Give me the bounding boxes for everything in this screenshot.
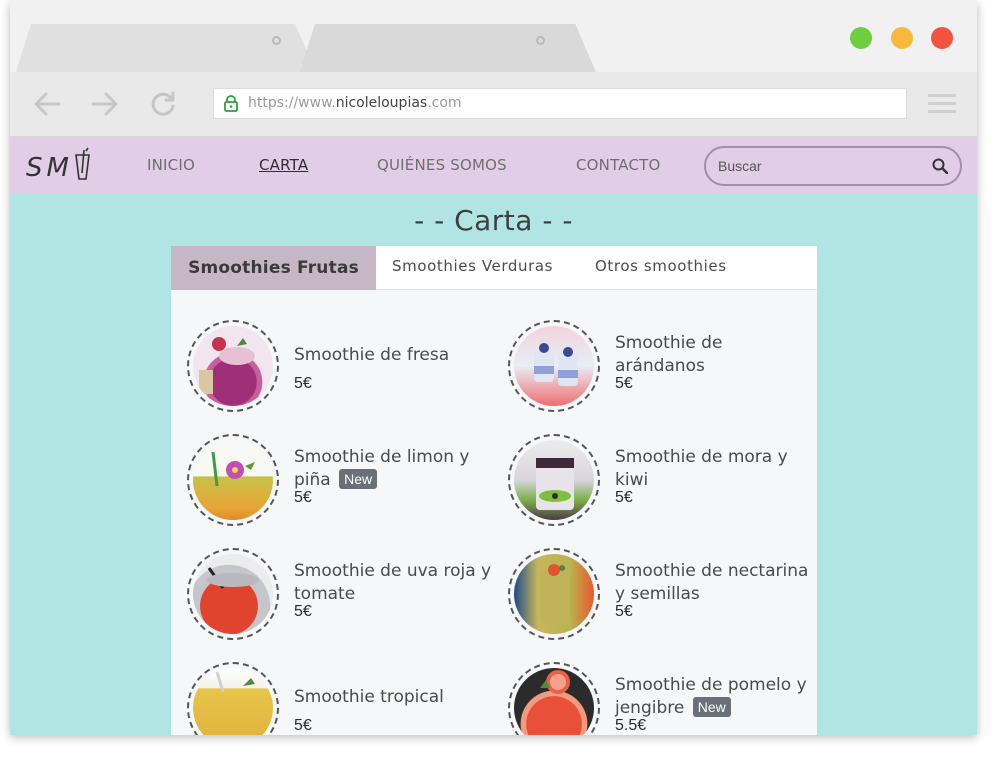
- item-name: Smoothie tropical: [294, 687, 444, 707]
- reload-icon[interactable]: [149, 90, 179, 118]
- item-price: 5€: [615, 489, 633, 506]
- menu-tabs: Smoothies Frutas Smoothies Verduras Otro…: [171, 246, 817, 290]
- nav-contacto[interactable]: CONTACTO: [576, 156, 661, 174]
- back-arrow-icon[interactable]: [32, 90, 62, 118]
- item-price: 5€: [615, 603, 633, 620]
- hamburger-menu-icon[interactable]: [928, 94, 956, 114]
- menu-item[interactable]: Smoothie de nectarina y semillas 5€: [508, 548, 817, 648]
- menu-card: Smoothies Frutas Smoothies Verduras Otro…: [171, 246, 817, 735]
- website: SM INICIO CARTA QUIÉNES SOMOS CONTACTO -…: [10, 137, 977, 735]
- nav-inicio[interactable]: INICIO: [147, 156, 195, 174]
- smoothie-image: [508, 662, 600, 735]
- browser-tab-2[interactable]: [300, 24, 596, 72]
- smoothie-image: [187, 662, 279, 735]
- smoothie-image: [187, 548, 279, 640]
- smoothie-image: [508, 548, 600, 640]
- item-price: 5.5€: [615, 717, 647, 734]
- nav-quienes-somos[interactable]: QUIÉNES SOMOS: [377, 156, 507, 174]
- search-input[interactable]: [718, 156, 918, 176]
- item-price: 5€: [294, 489, 312, 506]
- site-navbar: SM INICIO CARTA QUIÉNES SOMOS CONTACTO: [10, 137, 977, 194]
- search-box: [704, 146, 962, 186]
- tab-otros-smoothies[interactable]: Otros smoothies: [595, 246, 727, 288]
- item-name: Smoothie de nectarina y semillas: [615, 561, 809, 604]
- item-name: Smoothie de uva roja y tomate: [294, 561, 492, 604]
- new-badge: New: [339, 469, 378, 489]
- logo[interactable]: SM: [26, 147, 96, 183]
- nav-carta[interactable]: CARTA: [259, 156, 308, 174]
- item-name: Smoothie de mora y kiwi: [615, 447, 788, 490]
- menu-item[interactable]: Smoothie de limon y piña New 5€: [187, 434, 497, 534]
- item-name: Smoothie de pomelo y jengibre New: [615, 675, 807, 718]
- menu-item[interactable]: Smoothie de mora y kiwi 5€: [508, 434, 817, 534]
- page-title: - - Carta - -: [414, 204, 573, 237]
- new-badge: New: [692, 697, 731, 717]
- search-icon[interactable]: [932, 158, 948, 174]
- url-host: nicoleloupias: [335, 95, 428, 111]
- tab-smoothies-verduras[interactable]: Smoothies Verduras: [392, 246, 553, 288]
- tab-close-icon[interactable]: [272, 36, 281, 45]
- menu-item[interactable]: Smoothie de pomelo y jengibre New 5.5€: [508, 662, 817, 735]
- item-price: 5€: [615, 375, 633, 392]
- close-window-button[interactable]: [931, 27, 953, 49]
- address-bar[interactable]: https://www.nicoleloupias.com: [213, 88, 907, 119]
- item-price: 5€: [294, 603, 312, 620]
- browser-tab-1[interactable]: [16, 24, 316, 72]
- maximize-button[interactable]: [850, 27, 872, 49]
- minimize-button[interactable]: [891, 27, 913, 49]
- item-name: Smoothie de limon y piña New: [294, 447, 470, 490]
- item-price: 5€: [294, 717, 312, 734]
- smoothie-image: [187, 320, 279, 412]
- forward-arrow-icon[interactable]: [90, 90, 120, 118]
- menu-item[interactable]: Smoothie de fresa 5€: [187, 320, 497, 420]
- menu-item[interactable]: Smoothie de arándanos 5€: [508, 320, 817, 420]
- browser-window: https://www.nicoleloupias.com SM INICIO …: [10, 0, 977, 735]
- smoothie-image: [508, 320, 600, 412]
- tab-smoothies-frutas[interactable]: Smoothies Frutas: [171, 246, 376, 290]
- url-suffix: .com: [427, 95, 462, 111]
- url-prefix: https://www.: [248, 95, 336, 111]
- browser-toolbar: https://www.nicoleloupias.com: [10, 72, 977, 137]
- logo-text: SM: [26, 153, 73, 183]
- item-name: Smoothie de fresa: [294, 345, 450, 365]
- lock-icon: [224, 95, 238, 112]
- menu-item[interactable]: Smoothie tropical 5€: [187, 662, 497, 735]
- item-price: 5€: [294, 375, 312, 392]
- tab-close-icon[interactable]: [536, 36, 545, 45]
- menu-item[interactable]: Smoothie de uva roja y tomate 5€: [187, 548, 497, 648]
- smoothie-image: [508, 434, 600, 526]
- item-name: Smoothie de arándanos: [615, 333, 723, 376]
- smoothie-image: [187, 434, 279, 526]
